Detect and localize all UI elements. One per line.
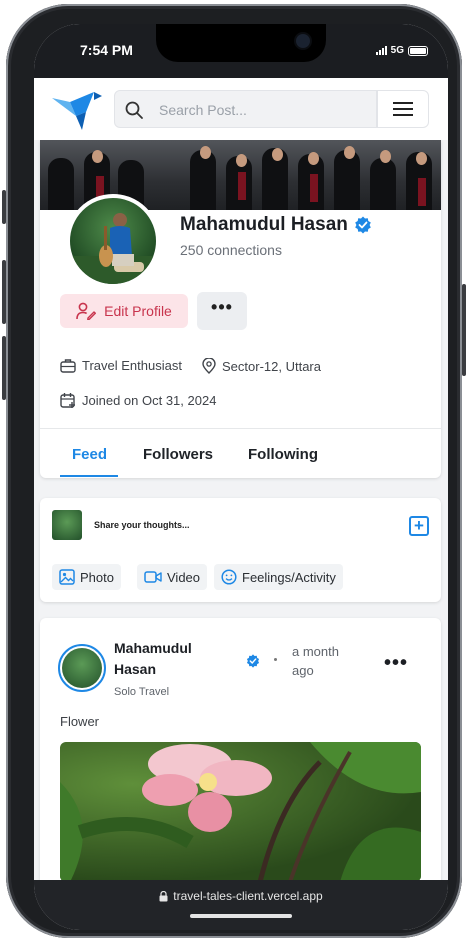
lock-icon bbox=[159, 890, 168, 901]
bird-logo-icon[interactable] bbox=[48, 86, 104, 132]
image-icon bbox=[59, 569, 75, 585]
profile-name-row: Mahamudul Hasan bbox=[180, 214, 372, 236]
battery-icon bbox=[408, 45, 428, 56]
post-author-avatar[interactable] bbox=[58, 644, 106, 692]
edit-profile-label: Edit Profile bbox=[104, 303, 172, 319]
power-button bbox=[462, 284, 466, 376]
profile-card: Mahamudul Hasan 250 connections Edit Pro… bbox=[40, 140, 441, 478]
mute-switch bbox=[2, 190, 6, 224]
user-edit-icon bbox=[76, 302, 97, 320]
post-caption: Flower bbox=[60, 714, 100, 729]
verified-badge-icon bbox=[355, 216, 371, 234]
edit-profile-button[interactable]: Edit Profile bbox=[60, 294, 188, 328]
url-row: travel-tales-client.vercel.app bbox=[34, 889, 448, 903]
menu-button[interactable] bbox=[377, 90, 429, 128]
status-time: 7:54 PM bbox=[80, 42, 133, 58]
screen: 7:54 PM 5G Search Post... Mahamudul Hasa… bbox=[34, 24, 448, 930]
bio-row: Travel Enthusiast bbox=[60, 358, 182, 373]
volume-down-button bbox=[2, 336, 6, 400]
feelings-button[interactable]: Feelings/Activity bbox=[214, 564, 343, 590]
composer-avatar bbox=[52, 510, 82, 540]
location-text: Sector-12, Uttara bbox=[222, 358, 321, 374]
bio-text: Travel Enthusiast bbox=[82, 358, 182, 373]
joined-row: Joined on Oct 31, 2024 bbox=[60, 392, 216, 408]
connections-count[interactable]: 250 connections bbox=[180, 242, 282, 258]
composer-card: Share your thoughts... + Photo Video Fee… bbox=[40, 498, 441, 602]
verified-badge-icon bbox=[246, 654, 260, 668]
video-label: Video bbox=[167, 569, 201, 585]
url-text: travel-tales-client.vercel.app bbox=[173, 889, 323, 903]
photo-label: Photo bbox=[80, 569, 114, 585]
hamburger-icon bbox=[393, 102, 413, 104]
status-bar: 7:54 PM 5G bbox=[34, 24, 448, 78]
separator-dot bbox=[274, 658, 277, 661]
post-time: a month ago bbox=[292, 644, 339, 678]
volume-up-button bbox=[2, 260, 6, 324]
video-icon bbox=[144, 571, 162, 583]
active-tab-indicator bbox=[60, 475, 118, 477]
post-image[interactable] bbox=[60, 742, 421, 880]
profile-avatar[interactable] bbox=[66, 194, 160, 288]
search-icon[interactable] bbox=[124, 100, 144, 120]
camera-icon bbox=[296, 34, 310, 48]
photo-button[interactable]: Photo bbox=[52, 564, 121, 590]
briefcase-icon bbox=[60, 359, 76, 373]
top-navbar bbox=[34, 78, 448, 140]
post-author-name[interactable]: Mahamudul Hasan bbox=[114, 638, 214, 680]
profile-name: Mahamudul Hasan bbox=[180, 214, 348, 235]
search-bar[interactable] bbox=[114, 90, 377, 128]
map-pin-icon bbox=[202, 358, 216, 374]
calendar-plus-icon bbox=[60, 393, 75, 408]
status-indicators: 5G bbox=[375, 45, 428, 56]
search-input[interactable] bbox=[159, 98, 359, 122]
phone-frame: 7:54 PM 5G Search Post... Mahamudul Hasa… bbox=[2, 4, 466, 938]
signal-icon bbox=[375, 46, 387, 55]
tab-feed[interactable]: Feed bbox=[72, 446, 107, 463]
post-category: Solo Travel bbox=[114, 686, 170, 698]
post-card: Mahamudul Hasan Solo Travel a month ago … bbox=[40, 618, 441, 880]
add-post-icon[interactable]: + bbox=[409, 516, 429, 536]
composer-input[interactable]: Share your thoughts... bbox=[94, 520, 190, 530]
page-content: Mahamudul Hasan 250 connections Edit Pro… bbox=[34, 140, 448, 880]
dynamic-island bbox=[156, 24, 326, 62]
location-row: Sector-12, Uttara bbox=[202, 358, 321, 374]
profile-more-button[interactable]: ••• bbox=[197, 292, 247, 330]
post-more-button[interactable]: ••• bbox=[384, 652, 408, 675]
video-button[interactable]: Video bbox=[137, 564, 208, 590]
browser-url-bar[interactable]: travel-tales-client.vercel.app bbox=[34, 880, 448, 930]
smile-icon bbox=[221, 569, 237, 585]
tab-followers[interactable]: Followers bbox=[143, 446, 213, 463]
tab-following[interactable]: Following bbox=[248, 446, 318, 463]
feelings-label: Feelings/Activity bbox=[242, 569, 336, 585]
tabs-divider bbox=[40, 428, 441, 429]
joined-text: Joined on Oct 31, 2024 bbox=[82, 392, 217, 408]
network-label: 5G bbox=[390, 45, 404, 56]
home-indicator[interactable] bbox=[190, 914, 292, 918]
